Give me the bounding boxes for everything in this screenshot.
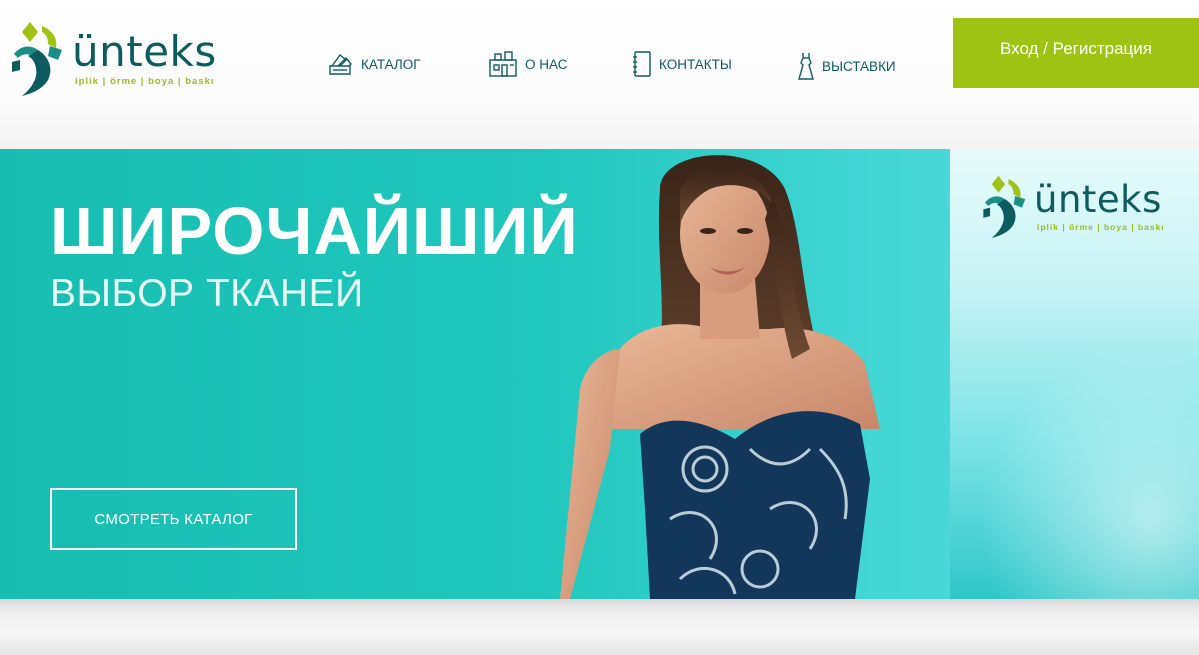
nav-item-exhibitions[interactable]: ВЫСТАВКИ	[797, 51, 896, 81]
nav-label-about: О НАС	[525, 56, 568, 72]
login-register-button[interactable]: Вход / Регистрация	[953, 18, 1199, 88]
unteks-logo-mark	[12, 22, 62, 96]
hero-headline: ШИРОЧАЙШИЙ	[50, 194, 579, 269]
site-header: ünteks iplik | örme | boya | baskı КАТАЛ…	[0, 0, 1199, 150]
unteks-logo-mark	[983, 175, 1026, 238]
nav-label-contacts: КОНТАКТЫ	[659, 56, 732, 72]
nav-item-contacts[interactable]: КОНТАКТЫ	[632, 50, 732, 78]
nav-item-catalog[interactable]: КАТАЛОГ	[328, 52, 421, 76]
banner-logo: ünteks iplik | örme | boya | baskı	[980, 170, 1165, 242]
banner-logo-tagline: iplik | örme | boya | baskı	[1037, 222, 1165, 232]
dress-icon	[798, 53, 814, 80]
nav-label-catalog: КАТАЛОГ	[361, 56, 421, 72]
model-photo	[560, 155, 880, 599]
hero-subheadline: ВЫБОР ТКАНЕЙ	[50, 272, 364, 315]
nav-label-exhibitions: ВЫСТАВКИ	[822, 58, 896, 74]
nav-item-about[interactable]: О НАС	[488, 50, 567, 78]
site-logo[interactable]: ünteks iplik | örme | boya | baskı	[8, 16, 223, 100]
banner-logo-wordmark: ünteks	[1034, 178, 1162, 221]
view-catalog-button[interactable]: СМОТРЕТЬ КАТАЛОГ	[50, 488, 297, 550]
building-icon	[489, 51, 517, 77]
notebook-icon	[633, 51, 651, 77]
logo-wordmark: ünteks	[72, 26, 217, 76]
logo-tagline: iplik | örme | boya | baskı	[75, 75, 215, 87]
page-background-strip	[0, 599, 1199, 655]
swatch-icon	[329, 53, 352, 75]
